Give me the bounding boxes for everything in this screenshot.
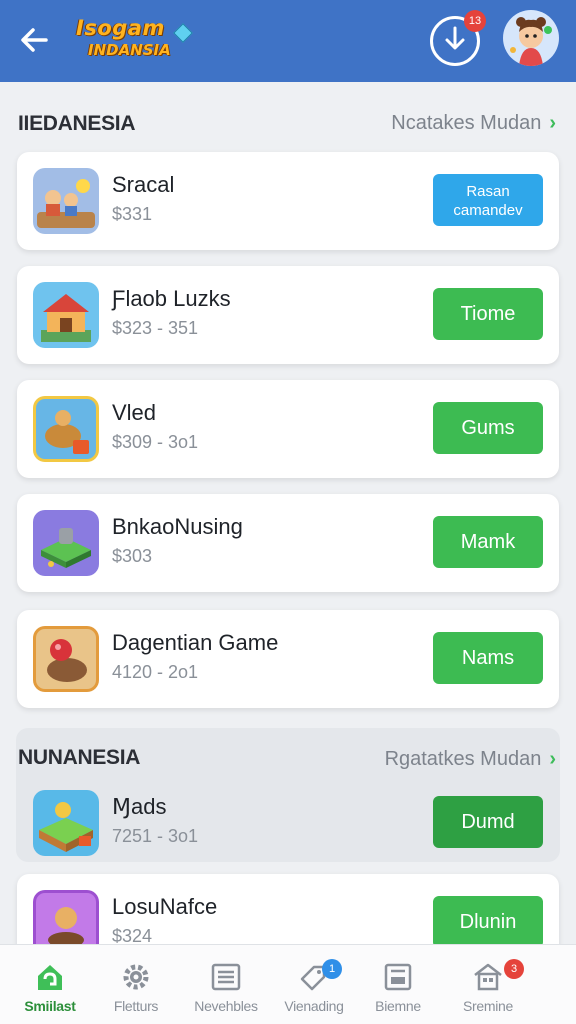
home-icon [38,965,62,990]
list-item[interactable]: BnkaoNusing $303 Mamk [17,494,559,592]
section-title: IIEDANESIA [18,112,136,135]
chevron-right-icon: › [549,112,556,134]
bottom-navigation: Smiilast Fletturs Nevehbles 1 Vienading [0,944,576,1024]
item-name: BnkaoNusing [112,514,243,539]
nav-label: Nevehbles [194,998,258,1014]
nav-item-store[interactable]: 3 Sremine [440,945,536,1024]
nav-item-screen[interactable]: Biemne [350,945,446,1024]
list-item[interactable]: Sracal $331 Rasan camandev [17,152,559,250]
nav-label: Fletturs [113,998,159,1014]
game-icon [33,168,99,234]
item-price: $331 [112,204,153,224]
action-button[interactable]: Rasan camandev [433,174,543,226]
nav-item-news[interactable]: Nevehbles [178,945,274,1024]
item-price: $309 - 3o1 [112,432,199,452]
app-header: Isogam INDANSIA 13 [0,0,576,82]
list-item[interactable]: Dagentian Game 4120 - 2o1 Nams [17,610,559,708]
action-label-line2: camandev [453,202,523,219]
see-more-label: Ncatakes Mudan [391,112,542,134]
section-title: NUNANESIA [18,746,141,769]
item-price: 4120 - 2o1 [112,662,199,682]
store-icon [474,963,502,991]
nav-item-deals[interactable]: 1 Vienading [266,945,362,1024]
item-name: Ƒlaob Luzks [112,286,231,311]
game-icon [33,510,99,576]
nav-item-home[interactable]: Smiilast [2,945,98,1024]
section-see-more-link[interactable]: Ncatakes Mudan › [391,112,556,135]
app-logo: Isogam INDANSIA [72,14,196,66]
action-button[interactable]: Mamk [433,516,543,568]
game-icon [33,626,99,692]
item-name: Sracal [112,172,175,197]
back-arrow-icon[interactable] [16,22,52,58]
see-more-label: Rgatatkes Mudan [384,748,542,770]
item-price: 7251 - 3o1 [112,826,199,846]
item-price: $324 [112,926,153,944]
nav-badge: 1 [322,959,342,979]
action-button[interactable]: Tiome [433,288,543,340]
screen-icon [384,963,412,991]
list-item[interactable]: Ƒlaob Luzks $323 - 351 Tiome [17,266,559,364]
item-name: LosuNafce [112,894,218,919]
gem-icon [173,23,193,43]
item-price: $303 [112,546,153,566]
item-name: Dagentian Game [112,630,279,655]
download-badge: 13 [464,10,486,32]
action-button[interactable]: Nams [433,632,543,684]
avatar[interactable] [503,10,559,66]
item-name: Vled [112,400,157,425]
list-item[interactable]: LosuNafce $324 Dlunin [17,874,559,944]
nav-label: Vienading [284,998,344,1014]
logo-line1: Isogam [76,16,165,40]
nav-label: Biemne [375,998,421,1014]
list-item[interactable]: Vled $309 - 3o1 Gums [17,380,559,478]
nav-label: Sremine [462,998,514,1014]
item-name: Ɱads [112,794,167,819]
logo-line2: INDANSIA [88,41,171,59]
gear-icon [123,964,149,990]
action-button[interactable]: Gums [433,402,543,454]
list-item[interactable]: Ɱads 7251 - 3o1 Dumd [17,774,559,872]
character-avatar-icon [510,17,552,66]
chevron-right-icon: › [549,748,556,770]
main-content[interactable]: IIEDANESIA Ncatakes Mudan › Sracal $331 … [0,82,576,944]
game-icon [33,790,99,856]
item-price: $323 - 351 [112,318,199,338]
newspaper-icon [211,963,241,991]
section-see-more-link[interactable]: Rgatatkes Mudan › [385,748,556,771]
action-button[interactable]: Dlunin [433,896,543,944]
nav-label: Smiilast [24,998,76,1014]
nav-item-features[interactable]: Fletturs [88,945,184,1024]
game-icon [33,890,99,944]
game-icon [33,282,99,348]
action-button[interactable]: Dumd [433,796,543,848]
game-icon [33,396,99,462]
nav-badge: 3 [504,959,524,979]
action-label-line1: Rasan [466,183,510,200]
